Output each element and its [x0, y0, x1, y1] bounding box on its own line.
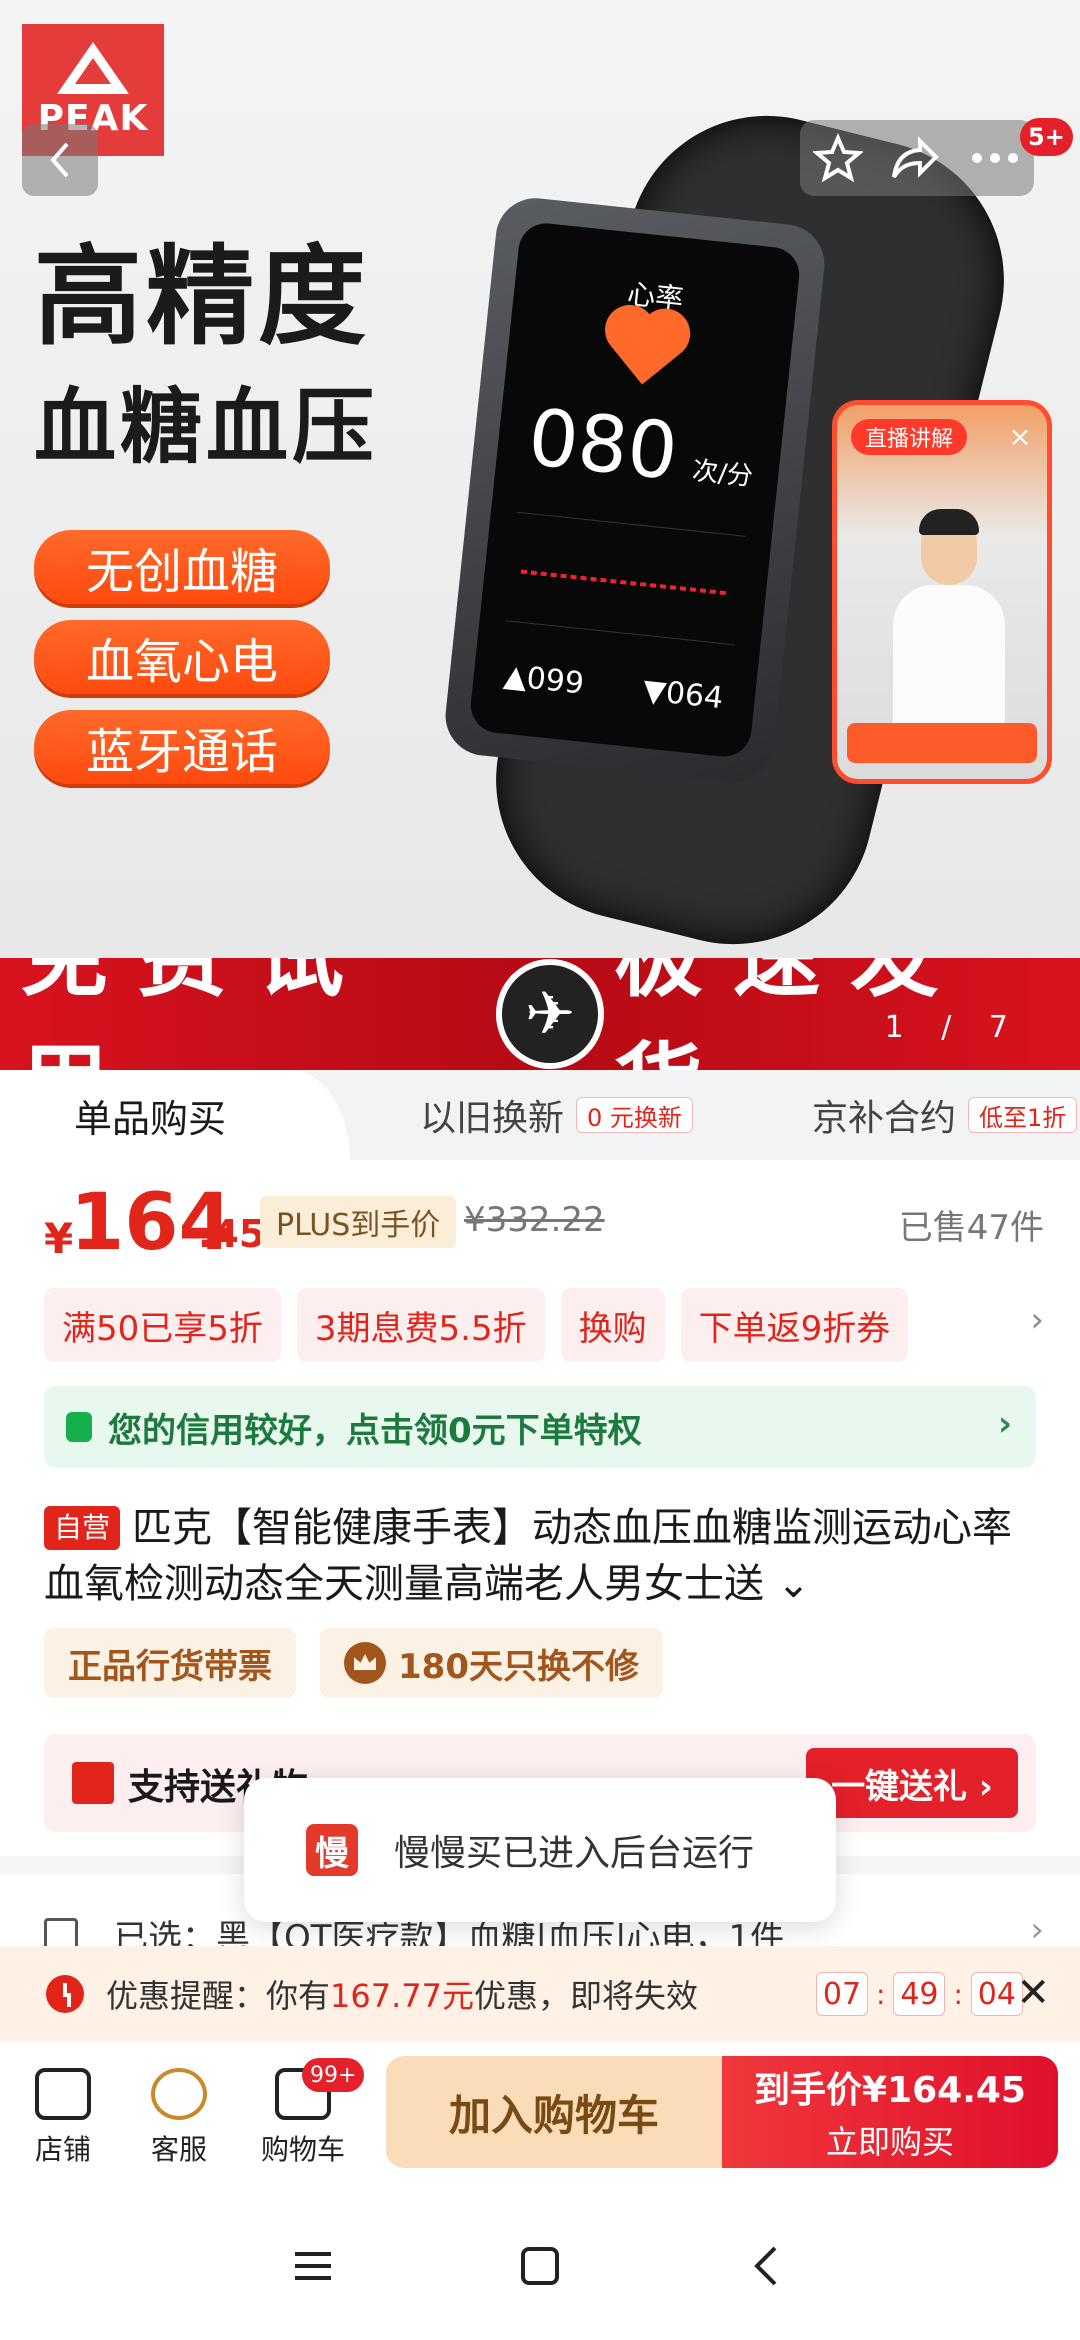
- chevron-right-icon[interactable]: ›: [1030, 1300, 1044, 1340]
- bag-icon: [66, 1412, 92, 1442]
- timer-minutes: 49: [893, 1972, 946, 2016]
- watch-heart-rate: 080: [524, 392, 682, 498]
- promo-left-text: 免费试用: [0, 958, 486, 1070]
- menu-icon[interactable]: [283, 2236, 343, 2296]
- live-tag: 直播讲解: [851, 419, 968, 455]
- chat-icon: [151, 2068, 207, 2120]
- top-action-bar: [800, 120, 1034, 196]
- buy-now-button[interactable]: 到手价¥164.45 立即购买: [722, 2056, 1058, 2168]
- sold-count: 已售47件: [898, 1208, 1044, 1248]
- buy-price: 到手价¥164.45: [754, 2070, 1026, 2111]
- price-row: ¥ 164 .45 PLUS到手价 ¥332.22 已售47件: [44, 1178, 1044, 1268]
- live-bottom-bar: [847, 723, 1037, 763]
- product-title-text: 匹克【智能健康手表】动态血压血糖监测运动心率血氧检测动态全天测量高端老人男女士送: [44, 1505, 1013, 1607]
- chevron-down-icon: ⌄: [764, 1561, 811, 1607]
- more-icon[interactable]: [969, 148, 1021, 168]
- close-icon[interactable]: ✕: [1016, 1970, 1050, 2016]
- system-navigation-bar: [0, 2192, 1080, 2340]
- chevron-left-icon: [50, 142, 69, 178]
- coupon-item[interactable]: 换购: [560, 1288, 665, 1362]
- coupon-item[interactable]: 下单返9折券: [680, 1288, 909, 1362]
- credit-text: 您的信用较好，点击领0元下单特权: [108, 1410, 642, 1451]
- plane-icon: ✈: [495, 959, 605, 1069]
- hero-headline: 高精度: [34, 235, 371, 360]
- chevron-right-icon: ›: [997, 1404, 1012, 1444]
- back-icon[interactable]: [737, 2236, 797, 2296]
- gift-icon: [72, 1762, 114, 1804]
- coupon-item[interactable]: 满50已享5折: [44, 1288, 281, 1362]
- buy-now-label: 立即购买: [825, 2123, 954, 2161]
- product-image-carousel[interactable]: PEAK 心率 080 次/分 ▲099 ▼064 高精度 血糖血压 无创血糖 …: [0, 0, 1080, 1070]
- coupon-list: 满50已享5折 3期息费5.5折 换购 下单返9折券: [44, 1288, 1044, 1362]
- service-badge[interactable]: 正品行货带票: [44, 1628, 296, 1698]
- close-icon[interactable]: ×: [1003, 419, 1037, 453]
- tab-contract-label: 京补合约: [812, 1098, 957, 1139]
- reminder-prefix: 优惠提醒：你有: [106, 1977, 331, 2015]
- tab-trade-in[interactable]: 以旧换新 0 元换新: [420, 1070, 693, 1160]
- price-decimal: .45: [198, 1212, 266, 1256]
- countdown-timer: 07 : 49 : 04: [816, 1972, 1023, 2016]
- cart-button[interactable]: 购物车 99+: [248, 2058, 365, 2168]
- reminder-amount: 167.77元: [330, 1977, 474, 2015]
- tab-contract[interactable]: 京补合约 低至1折: [812, 1070, 1078, 1160]
- back-button[interactable]: [22, 124, 98, 196]
- home-icon[interactable]: [510, 2236, 570, 2296]
- share-icon[interactable]: [890, 133, 942, 183]
- timer-hours: 07: [816, 1972, 868, 2016]
- tab-single-purchase[interactable]: 单品购买: [0, 1070, 350, 1160]
- credit-banner[interactable]: 您的信用较好，点击领0元下单特权 ›: [44, 1386, 1036, 1468]
- product-title[interactable]: 自营 匹克【智能健康手表】动态血压血糖监测运动心率血氧检测动态全天测量高端老人男女…: [44, 1500, 1034, 1612]
- feature-pill: 无创血糖: [34, 530, 330, 604]
- message-count-badge: 5+: [1020, 118, 1073, 156]
- carousel-page-indicator: 1 / 7: [884, 1010, 1022, 1045]
- discount-reminder[interactable]: 优惠提醒：你有 167.77元 优惠，即将失效 07 : 49 : 04 ✕: [0, 1946, 1080, 2042]
- live-stream-popup[interactable]: 直播讲解 ×: [832, 400, 1052, 784]
- feature-pill: 血氧心电: [34, 620, 330, 694]
- watch-unit: 次/分: [690, 455, 755, 493]
- heart-icon: [610, 314, 681, 385]
- feature-pill: 蓝牙通话: [34, 710, 330, 784]
- reminder-suffix: 优惠，即将失效: [474, 1977, 699, 2015]
- send-gift-button[interactable]: 一键送礼 ›: [806, 1748, 1018, 1818]
- watch-low: ▼064: [641, 673, 725, 717]
- cart-count-badge: 99+: [302, 2058, 365, 2092]
- store-button[interactable]: 店铺: [8, 2058, 118, 2168]
- watch-image: 心率 080 次/分 ▲099 ▼064: [441, 194, 829, 786]
- purchase-tabs: 单品购买 以旧换新 0 元换新 京补合约 低至1折: [0, 1070, 1080, 1160]
- tab-contract-tag: 低至1折: [968, 1097, 1078, 1133]
- crown-icon: [344, 1642, 386, 1684]
- hero-subheadline: 血糖血压: [34, 380, 379, 475]
- add-to-cart-button[interactable]: 加入购物车: [386, 2056, 722, 2168]
- bottom-action-bar: 店铺 客服 购物车 99+ 加入购物车 到手价¥164.45 立即购买: [0, 2042, 1080, 2192]
- timer-seconds: 04: [970, 1972, 1023, 2016]
- star-icon[interactable]: [813, 133, 864, 183]
- self-operated-tag: 自营: [44, 1506, 121, 1550]
- service-badge[interactable]: 180天只换不修: [320, 1628, 663, 1698]
- plus-price-tag[interactable]: PLUS到手价: [260, 1196, 457, 1248]
- coupon-item[interactable]: 3期息费5.5折: [296, 1288, 545, 1362]
- price-symbol: ¥: [44, 1214, 74, 1263]
- clock-icon: [46, 1975, 84, 2013]
- chevron-right-icon: ›: [1030, 1910, 1044, 1950]
- original-price: ¥332.22: [464, 1200, 605, 1240]
- store-icon: [35, 2068, 91, 2120]
- app-icon: 慢: [306, 1824, 358, 1876]
- service-button[interactable]: 客服: [124, 2058, 234, 2168]
- tab-trade-in-label: 以旧换新: [420, 1098, 565, 1139]
- toast-text: 慢慢买已进入后台运行: [394, 1833, 755, 1874]
- watch-chart: [505, 511, 746, 646]
- product-page: PEAK 心率 080 次/分 ▲099 ▼064 高精度 血糖血压 无创血糖 …: [0, 0, 1080, 2340]
- watch-high: ▲099: [502, 658, 586, 702]
- tab-trade-in-tag: 0 元换新: [576, 1097, 693, 1133]
- service-badges: 正品行货带票 180天只换不修: [44, 1628, 663, 1698]
- watch-screen: 心率 080 次/分 ▲099 ▼064: [468, 220, 802, 760]
- background-toast: 慢 慢慢买已进入后台运行: [244, 1778, 836, 1922]
